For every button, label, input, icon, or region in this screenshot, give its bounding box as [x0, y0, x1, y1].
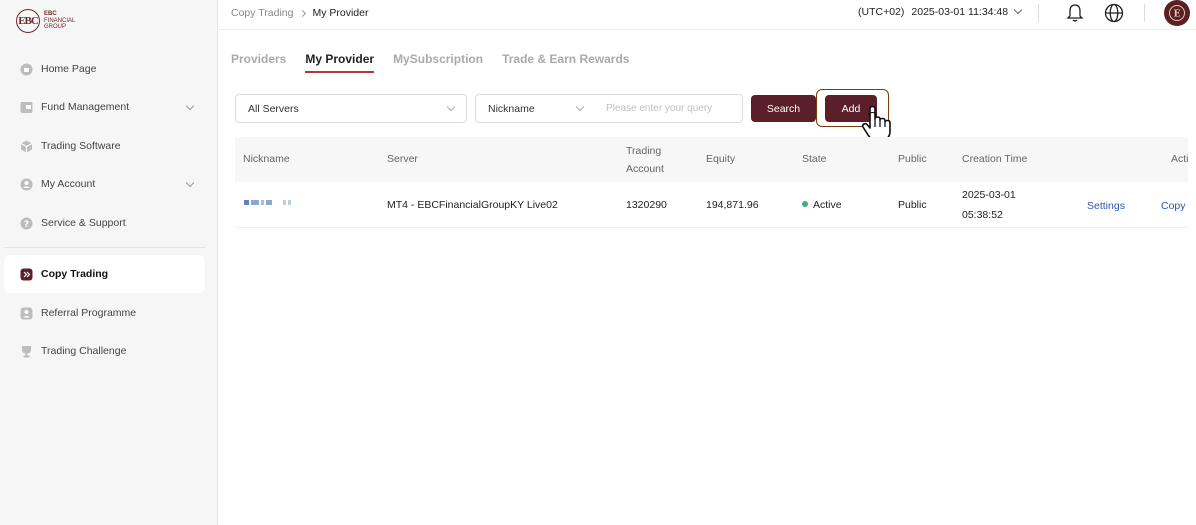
table-header: Nickname Server Trading Account Equity S…	[235, 137, 1189, 182]
column-header-equity: Equity	[706, 153, 736, 165]
timezone-selector[interactable]: (UTC+02) 2025-03-01 11:34:48	[858, 5, 1023, 18]
timezone-label: (UTC+02)	[858, 6, 905, 18]
tab-providers[interactable]: Providers	[231, 52, 286, 73]
trophy-icon	[20, 345, 33, 358]
svg-text:E: E	[1174, 10, 1181, 20]
cell-equity: 194,871.96	[706, 199, 759, 211]
avatar[interactable]: E	[1164, 0, 1190, 26]
creation-time: 05:38:52	[962, 209, 1003, 221]
cell-creation-time: 2025-03-01 05:38:52	[962, 186, 1016, 224]
sidebar-item-trading-challenge[interactable]: Trading Challenge	[4, 332, 205, 370]
sidebar-item-label: Trading Challenge	[41, 345, 127, 357]
header-divider	[1038, 4, 1039, 22]
cell-server: MT4 - EBCFinancialGroupKY Live02	[387, 199, 558, 211]
sidebar: EBC EBC FINANCIAL GROUP Home Page Fund M…	[0, 0, 218, 525]
logo-mark: EBC	[16, 9, 40, 33]
column-header-action: Acti	[1171, 153, 1189, 165]
help-icon: ?	[20, 217, 33, 230]
app: EBC EBC FINANCIAL GROUP Home Page Fund M…	[0, 0, 1196, 525]
settings-link[interactable]: Settings	[1087, 197, 1125, 215]
wallet-icon	[20, 101, 33, 114]
column-header-trading-account-line1: Trading	[626, 145, 662, 157]
chevron-down-icon	[446, 102, 456, 112]
column-header-trading-account: Trading Account	[626, 142, 664, 178]
sidebar-item-label: Fund Management	[41, 101, 130, 113]
sidebar-item-label: My Account	[41, 178, 96, 190]
column-header-server: Server	[387, 153, 418, 165]
column-header-public: Public	[898, 153, 927, 165]
sidebar-divider	[4, 247, 205, 248]
breadcrumb: Copy Trading My Provider	[231, 7, 368, 19]
sidebar-item-fund-management[interactable]: Fund Management	[4, 88, 205, 126]
chevron-down-icon	[1013, 5, 1023, 15]
sidebar-item-label: Copy Trading	[41, 268, 109, 280]
search-button[interactable]: Search	[751, 95, 816, 122]
logo-text: EBC FINANCIAL GROUP	[44, 11, 75, 31]
cube-icon	[20, 140, 33, 153]
user-icon	[20, 178, 33, 191]
logo-line3: GROUP	[44, 24, 67, 31]
tab-my-provider[interactable]: My Provider	[305, 52, 374, 73]
sidebar-item-home[interactable]: Home Page	[4, 50, 205, 88]
status-badge: Active	[813, 199, 842, 211]
table-row: MT4 - EBCFinancialGroupKY Live02 1320290…	[235, 183, 1188, 228]
referral-icon	[20, 307, 33, 320]
server-select[interactable]: All Servers	[235, 94, 467, 123]
svg-text:?: ?	[24, 220, 29, 230]
server-select-value: All Servers	[248, 102, 299, 115]
search-field-value: Nickname	[488, 102, 535, 115]
logo[interactable]: EBC EBC FINANCIAL GROUP	[16, 9, 75, 33]
tab-bar: Providers My Provider MySubscription Tra…	[231, 52, 629, 73]
sidebar-item-label: Trading Software	[41, 140, 121, 152]
status-dot	[802, 201, 808, 207]
copy-trading-icon	[20, 268, 33, 281]
sidebar-item-label: Service & Support	[41, 217, 126, 229]
sidebar-item-referral[interactable]: Referral Programme	[4, 294, 205, 332]
search-input[interactable]	[595, 94, 743, 123]
sidebar-item-copy-trading[interactable]: Copy Trading	[4, 255, 205, 293]
chevron-down-icon	[185, 178, 195, 188]
creation-date: 2025-03-01	[962, 189, 1016, 201]
sidebar-item-my-account[interactable]: My Account	[4, 165, 205, 203]
sidebar-item-label: Home Page	[41, 63, 97, 75]
sidebar-item-service-support[interactable]: ? Service & Support	[4, 204, 205, 242]
top-header: Copy Trading My Provider (UTC+02) 2025-0…	[219, 0, 1196, 30]
tab-my-subscription[interactable]: MySubscription	[393, 52, 483, 73]
tab-trade-earn-rewards[interactable]: Trade & Earn Rewards	[502, 52, 629, 73]
globe-icon[interactable]	[1103, 2, 1125, 24]
cell-trading-account: 1320290	[626, 199, 667, 211]
cell-state: Active	[802, 196, 842, 214]
sidebar-item-trading-software[interactable]: Trading Software	[4, 127, 205, 165]
sidebar-item-label: Referral Programme	[41, 307, 137, 319]
cell-public: Public	[898, 199, 927, 211]
copy-link[interactable]: Copy	[1161, 197, 1186, 215]
column-header-trading-account-line2: Account	[626, 163, 664, 175]
bell-icon[interactable]	[1064, 2, 1086, 24]
home-icon	[20, 63, 33, 76]
column-header-nickname: Nickname	[243, 153, 290, 165]
chevron-down-icon	[185, 101, 195, 111]
datetime-label: 2025-03-01 11:34:48	[911, 6, 1009, 18]
chevron-down-icon	[575, 102, 585, 112]
chevron-right-icon	[299, 9, 307, 17]
breadcrumb-parent[interactable]: Copy Trading	[231, 7, 293, 19]
breadcrumb-current: My Provider	[312, 7, 369, 19]
column-header-creation-time: Creation Time	[962, 153, 1028, 165]
column-header-state: State	[802, 153, 827, 165]
search-field-select[interactable]: Nickname	[475, 94, 596, 123]
nickname-redacted	[244, 200, 291, 205]
header-divider	[1144, 4, 1145, 22]
